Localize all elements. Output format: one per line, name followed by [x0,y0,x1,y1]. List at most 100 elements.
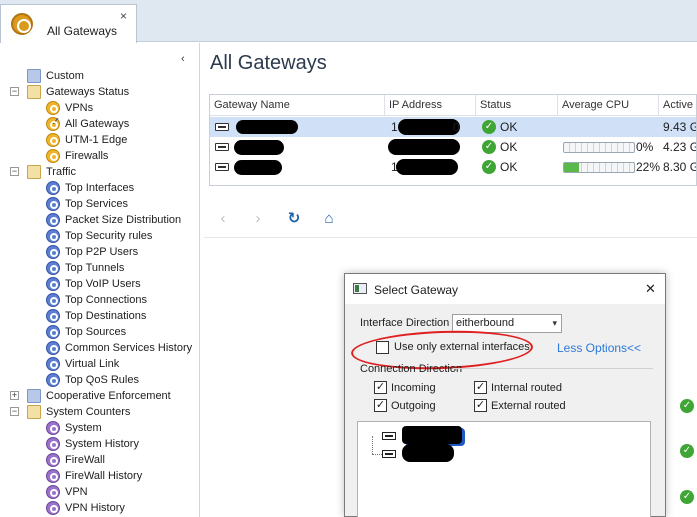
sidebar-item-traffic[interactable]: − Traffic [0,164,198,180]
column-header-active[interactable]: Active V [659,95,696,116]
sidebar-item-firewall-history[interactable]: FireWall History [0,468,198,484]
sidebar-item-top-sources[interactable]: Top Sources [0,324,198,340]
sidebar-item-top-voip-users[interactable]: Top VoIP Users [0,276,198,292]
sidebar-item-label: Custom [46,70,84,82]
tab-label: All Gateways [47,24,118,38]
sidebar-item-vpn[interactable]: VPN [0,484,198,500]
folder-open-icon [27,405,41,419]
dialog-title-bar: Select Gateway ✕ [345,274,665,304]
sidebar-item-all-gateways[interactable]: All Gateways [0,114,198,132]
dialog-title: Select Gateway [374,283,459,297]
expand-icon[interactable]: + [10,391,19,400]
cpu-percent: 22% [636,160,661,174]
ip-address-suffix: 0 [453,120,460,134]
section-divider [453,368,653,369]
select-gateway-dialog: Select Gateway ✕ Interface Direction eit… [344,273,666,517]
sidebar-item-top-interfaces[interactable]: Top Interfaces [0,180,198,196]
interface-direction-label: Interface Direction [360,317,450,329]
redacted-ip-address [388,139,460,155]
sidebar-item-virtual-link[interactable]: Virtual Link [0,356,198,372]
traffic-icon [46,341,60,355]
active-value: 8.30 GB [663,160,696,174]
ok-status-icon: ✓ [482,140,496,154]
sidebar-item-system-history[interactable]: System History [0,436,198,452]
traffic-icon [46,357,60,371]
tree-connector [372,454,382,455]
collapse-icon[interactable]: − [10,407,19,416]
sidebar-item-label: Top Interfaces [65,182,135,194]
external-routed-checkbox[interactable]: ✓ [474,399,487,412]
sidebar-item-common-services-history[interactable]: Common Services History [0,340,198,356]
use-external-interfaces-checkbox[interactable] [376,341,389,354]
gateway-icon [46,133,60,147]
collapse-icon[interactable]: − [10,87,19,96]
status-text: OK [500,160,518,174]
column-header-status[interactable]: Status [476,95,558,116]
active-value: 4.23 GB [663,140,696,154]
connection-direction-label: Connection Direction [360,363,463,375]
sidebar-item-cooperative-enforcement[interactable]: + Cooperative Enforcement [0,388,198,404]
sidebar-item-label: VPN History [65,502,125,514]
sidebar-item-top-qos-rules[interactable]: Top QoS Rules [0,372,198,388]
sidebar-item-packet-size-distribution[interactable]: Packet Size Distribution [0,212,198,228]
collapse-icon[interactable]: − [10,167,19,176]
redacted-ip-address [398,119,460,135]
redacted-gateway-name [234,160,282,175]
tab-all-gateways[interactable]: All Gateways × [0,4,137,43]
sidebar-item-label: Top Destinations [65,310,147,322]
refresh-icon[interactable]: ↻ [285,210,303,228]
incoming-checkbox[interactable]: ✓ [374,381,387,394]
traffic-icon [46,373,60,387]
back-arrow-icon[interactable]: ‹ [214,210,232,228]
folder-icon [27,69,41,83]
column-header-average-cpu[interactable]: Average CPU [558,95,659,116]
sidebar-tree: ‹ Custom − Gateways Status VPNs All Gateways… [0,43,200,517]
sidebar-item-vpns[interactable]: VPNs [0,100,198,116]
table-row[interactable]: 1 ✓ OK 22% 8.30 GB [210,157,696,177]
less-options-link[interactable]: Less Options<< [557,341,641,355]
folder-open-icon [27,85,41,99]
sidebar-item-top-services[interactable]: Top Services [0,196,198,212]
sidebar-item-top-p2p-users[interactable]: Top P2P Users [0,244,198,260]
incoming-label: Incoming [391,382,436,394]
redacted-gateway-name[interactable] [402,444,454,462]
sidebar-item-top-destinations[interactable]: Top Destinations [0,308,198,324]
ok-status-icon: ✓ [680,490,694,504]
traffic-icon [46,213,60,227]
counter-icon [46,421,60,435]
sidebar-item-vpn-history[interactable]: VPN History [0,500,198,516]
counter-icon [46,469,60,483]
tab-close-icon[interactable]: × [120,9,127,23]
table-row[interactable]: 1 0 ✓ OK 9.43 GB [210,117,696,137]
column-header-gateway-name[interactable]: Gateway Name [210,95,385,116]
outgoing-checkbox[interactable]: ✓ [374,399,387,412]
navigation-toolbar: ‹ › ↻ ⌂ [204,200,697,238]
sidebar-item-gateways-status[interactable]: − Gateways Status [0,84,198,100]
forward-arrow-icon[interactable]: › [249,210,267,228]
sidebar-item-firewalls[interactable]: Firewalls [0,148,198,164]
internal-routed-checkbox[interactable]: ✓ [474,381,487,394]
sidebar-item-custom[interactable]: Custom [0,68,198,84]
sidebar-item-firewall[interactable]: FireWall [0,452,198,468]
column-header-ip-address[interactable]: IP Address [385,95,476,116]
internal-routed-label: Internal routed [491,382,562,394]
collapse-sidebar-icon[interactable]: ‹ [181,53,185,65]
sidebar-item-top-connections[interactable]: Top Connections [0,292,198,308]
traffic-icon [46,229,60,243]
sidebar-item-label: Virtual Link [65,358,120,370]
sidebar-item-system[interactable]: System [0,420,198,436]
table-row[interactable]: ✓ OK 0% 4.23 GB [210,137,696,157]
home-icon[interactable]: ⌂ [320,210,338,228]
sidebar-item-top-security-rules[interactable]: Top Security rules [0,228,198,244]
dialog-close-icon[interactable]: ✕ [645,281,656,297]
smartview-logo-icon [11,13,33,35]
sidebar-item-utm-1-edge[interactable]: UTM-1 Edge [0,132,198,148]
cpu-usage-bar [563,162,635,173]
redacted-gateway-name[interactable] [402,426,462,444]
use-external-interfaces-label: Use only external interfaces [394,341,530,353]
traffic-icon [46,325,60,339]
sidebar-item-system-counters[interactable]: − System Counters [0,404,198,420]
sidebar-item-top-tunnels[interactable]: Top Tunnels [0,260,198,276]
traffic-icon [46,261,60,275]
gateway-icon [215,143,229,151]
